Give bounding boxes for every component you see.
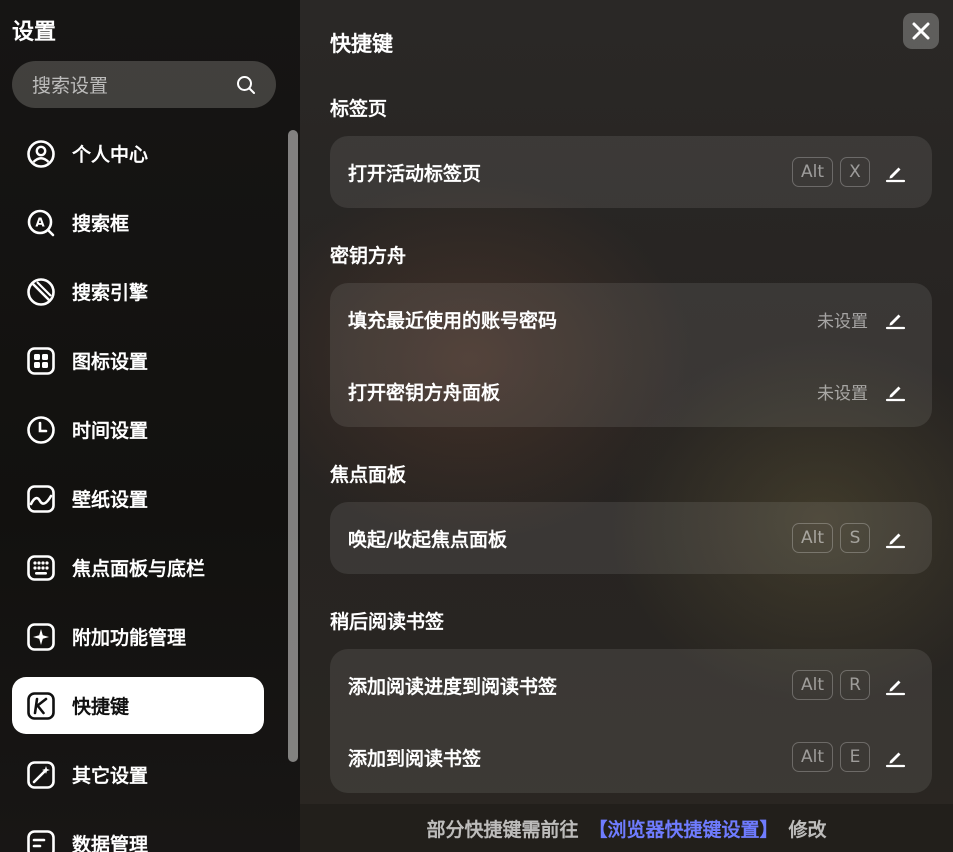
page-title: 快捷键 [330,32,393,56]
edit-icon[interactable] [884,527,906,549]
section-card-focus-panel: 唤起/收起焦点面板 Alt S [330,502,932,574]
shortcut-row: 添加到阅读书签 Alt E [330,721,932,793]
main-panel: 快捷键 标签页 打开活动标签页 Alt X 密钥方舟 填充最近使用的账号密码 未… [300,0,953,852]
section-label-tabs: 标签页 [330,98,388,120]
key-badge: Alt [791,523,833,553]
shortcut-label: 打开密钥方舟面板 [348,381,501,404]
sidebar-item-label: 时间设置 [72,420,149,442]
search-input[interactable] [30,61,234,110]
wallpaper-icon [26,484,56,514]
sidebar-item-label: 焦点面板与底栏 [72,558,206,580]
sidebar-item-search-engine[interactable]: 搜索引擎 [12,263,264,320]
search-box[interactable] [12,61,276,110]
sidebar-item-focus-panel[interactable]: 焦点面板与底栏 [12,539,264,596]
unset-text: 未设置 [817,383,868,404]
section-label-read-later: 稍后阅读书签 [330,611,445,633]
svg-text:A: A [35,215,45,229]
shortcut-label: 填充最近使用的账号密码 [348,309,558,332]
sparkle-icon [26,622,56,652]
key-badge: S [840,523,870,553]
sidebar-item-shortcuts[interactable]: 快捷键 [12,677,264,734]
search-engine-icon [26,277,56,307]
section-label-key-ark: 密钥方舟 [330,245,407,267]
key-badge: X [840,157,870,187]
browser-shortcut-settings-link[interactable]: 【浏览器快捷键设置】 [588,815,778,842]
close-button[interactable] [903,13,939,49]
sidebar-scrollbar[interactable] [288,130,298,762]
sidebar-item-icon-settings[interactable]: 图标设置 [12,332,264,389]
keyboard-icon [26,553,56,583]
search-icon[interactable] [236,75,256,95]
shortcut-label: 添加到阅读书签 [348,747,482,770]
sidebar-item-profile[interactable]: 个人中心 [12,125,264,182]
sidebar-item-label: 数据管理 [72,834,149,852]
shortcut-k-icon [26,691,56,721]
sidebar-item-time-settings[interactable]: 时间设置 [12,401,264,458]
user-circle-icon [26,139,56,169]
sidebar-item-label: 图标设置 [72,351,149,373]
icon-grid-icon [26,346,56,376]
sidebar-item-label: 个人中心 [72,144,149,166]
footer-suffix: 修改 [788,818,827,841]
shortcut-label: 打开活动标签页 [348,162,482,185]
sidebar-item-wallpaper[interactable]: 壁纸设置 [12,470,264,527]
data-icon [26,829,56,852]
sidebar-scrollbar-thumb[interactable] [288,130,298,762]
shortcut-row: 打开密钥方舟面板 未设置 [330,355,932,427]
sidebar-title: 设置 [12,20,57,45]
sidebar-item-addons[interactable]: 附加功能管理 [12,608,264,665]
search-box-icon: A [26,208,56,238]
sidebar-item-label: 搜索引擎 [72,282,149,304]
sidebar-item-label: 快捷键 [72,696,130,718]
sidebar-item-search-box[interactable]: A 搜索框 [12,194,264,251]
section-card-tabs: 打开活动标签页 Alt X [330,136,932,208]
shortcut-label: 唤起/收起焦点面板 [348,528,507,551]
edit-icon[interactable] [884,674,906,696]
edit-icon[interactable] [884,308,906,330]
shortcut-row: 打开活动标签页 Alt X [330,136,932,208]
magic-wand-icon [26,760,56,790]
sidebar-nav: 个人中心 A 搜索框 搜索引擎 图标设置 时间设置 壁纸设置 焦点面板与底栏 附… [12,125,264,852]
unset-text: 未设置 [817,311,868,332]
sidebar-item-label: 搜索框 [72,213,130,235]
shortcut-row: 填充最近使用的账号密码 未设置 [330,283,932,355]
edit-icon[interactable] [884,380,906,402]
sidebar-item-label: 其它设置 [72,765,149,787]
clock-icon [26,415,56,445]
sidebar-item-other-settings[interactable]: 其它设置 [12,746,264,803]
key-badge: Alt [791,670,833,700]
shortcut-label: 添加阅读进度到阅读书签 [348,675,558,698]
section-label-focus-panel: 焦点面板 [330,464,407,486]
footer-prefix: 部分快捷键需前往 [426,818,579,841]
sidebar-item-label: 壁纸设置 [72,489,149,511]
sidebar-item-data-management[interactable]: 数据管理 [12,815,264,852]
footer-note: 部分快捷键需前往 【浏览器快捷键设置】 修改 [300,804,953,852]
key-badge: Alt [791,157,833,187]
section-card-read-later: 添加阅读进度到阅读书签 Alt R 添加到阅读书签 Alt E [330,649,932,793]
close-icon[interactable] [911,21,931,41]
key-badge: Alt [791,742,833,772]
shortcut-row: 唤起/收起焦点面板 Alt S [330,502,932,574]
edit-icon[interactable] [884,746,906,768]
sidebar-item-label: 附加功能管理 [72,627,187,649]
shortcut-row: 添加阅读进度到阅读书签 Alt R [330,649,932,721]
sidebar: 设置 个人中心 A 搜索框 搜索引擎 [0,0,300,852]
key-badge: E [840,742,870,772]
edit-icon[interactable] [884,161,906,183]
key-badge: R [840,670,870,700]
section-card-key-ark: 填充最近使用的账号密码 未设置 打开密钥方舟面板 未设置 [330,283,932,427]
